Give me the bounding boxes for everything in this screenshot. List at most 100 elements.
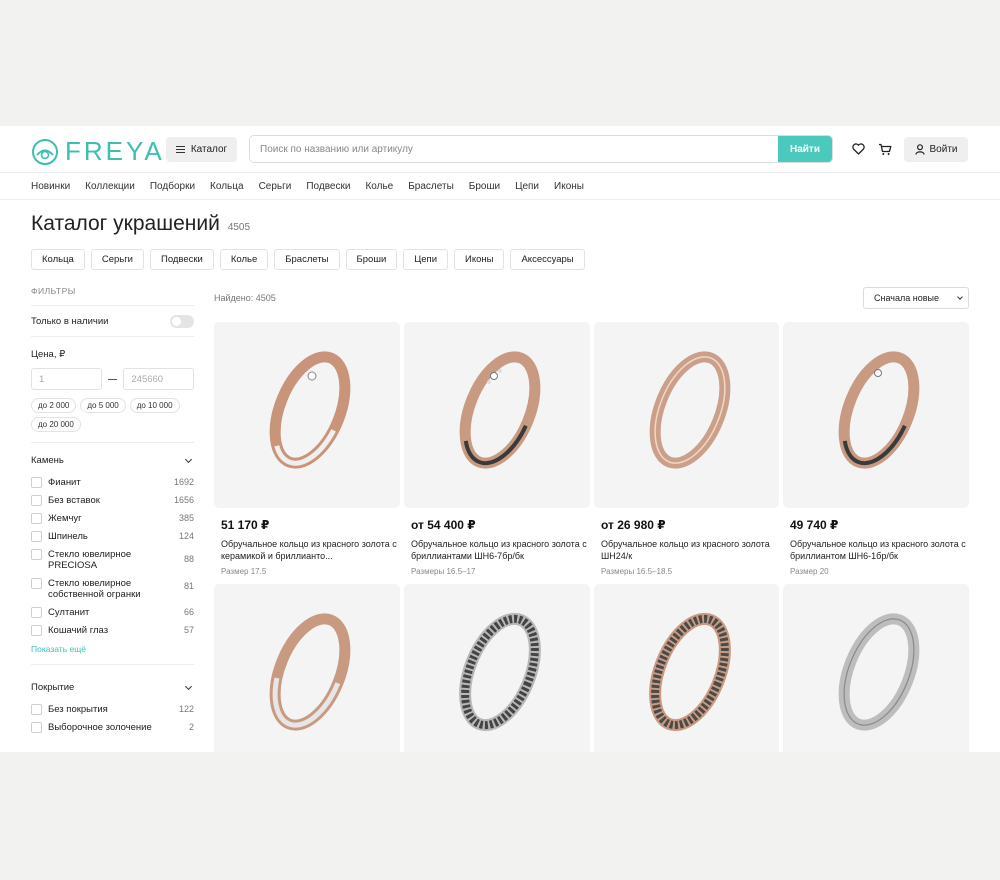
product-image[interactable] — [594, 322, 779, 508]
stone-filter-header[interactable]: Камень — [31, 455, 194, 466]
chip-rings[interactable]: Кольца — [31, 249, 85, 270]
product-card[interactable]: от 54 400 ₽ Обручальное кольцо из красно… — [404, 322, 590, 576]
product-card[interactable] — [594, 584, 779, 752]
checkbox[interactable] — [31, 531, 42, 542]
product-name[interactable]: Обручальное кольцо из красного золота ШН… — [594, 538, 779, 562]
product-card[interactable]: 49 740 ₽ Обручальное кольцо из красного … — [783, 322, 969, 576]
chevron-down-icon — [184, 455, 193, 463]
stone-option[interactable]: Шпинель 124 — [31, 531, 194, 542]
product-size: Размер 20 — [790, 567, 829, 576]
product-name[interactable]: Обручальное кольцо из красного золота с … — [783, 538, 969, 562]
coating-option[interactable]: Выборочное золочение 2 — [31, 722, 194, 733]
product-card[interactable] — [404, 584, 590, 752]
price-preset-20000[interactable]: до 20 000 — [31, 417, 81, 432]
checkbox[interactable] — [31, 495, 42, 506]
page-title-block: Каталог украшений 4505 — [31, 212, 250, 236]
stone-filter-label: Камень — [31, 455, 64, 466]
price-label: Цена, ₽ — [31, 349, 66, 360]
chip-brooches[interactable]: Броши — [345, 249, 398, 270]
price-preset-10000[interactable]: до 10 000 — [129, 398, 180, 413]
catalog-label: Каталог — [190, 144, 228, 155]
product-name[interactable]: Обручальное кольцо из красного золота с … — [214, 538, 400, 562]
product-image[interactable] — [404, 584, 590, 752]
chip-necklaces[interactable]: Колье — [219, 249, 269, 270]
catalog-button[interactable]: Каталог — [166, 137, 237, 162]
product-image[interactable] — [594, 584, 779, 752]
stone-option[interactable]: Кошачий глаз 57 — [31, 625, 194, 636]
product-image[interactable] — [214, 322, 400, 508]
product-price: от 26 980 ₽ — [601, 518, 666, 532]
stone-option-count: 1656 — [173, 495, 194, 505]
stone-option[interactable]: Жемчуг 385 — [31, 513, 194, 524]
stone-option[interactable]: Без вставок 1656 — [31, 495, 194, 506]
category-chips: Кольца Серьги Подвески Колье Браслеты Бр… — [31, 249, 585, 270]
product-card[interactable]: 51 170 ₽ Обручальное кольцо из красного … — [214, 322, 400, 576]
product-image[interactable] — [783, 322, 969, 508]
nav-item-new[interactable]: Новинки — [31, 181, 70, 192]
checkbox[interactable] — [31, 722, 42, 733]
stone-option-count: 57 — [183, 625, 194, 635]
chip-icons[interactable]: Иконы — [454, 249, 505, 270]
checkbox[interactable] — [31, 549, 42, 560]
product-image[interactable] — [783, 584, 969, 752]
search-input[interactable] — [250, 136, 778, 162]
nav-item-brooches[interactable]: Броши — [469, 181, 500, 192]
coating-filter-header[interactable]: Покрытие — [31, 682, 194, 693]
stone-option-count: 66 — [183, 607, 194, 617]
coating-option-count: 2 — [188, 722, 194, 732]
product-name[interactable]: Обручальное кольцо из красного золота с … — [404, 538, 590, 562]
sort-select[interactable]: Сначала новые — [863, 287, 969, 309]
nav-item-pendants[interactable]: Подвески — [306, 181, 350, 192]
product-card[interactable] — [783, 584, 969, 752]
nav-item-collections[interactable]: Коллекции — [85, 181, 135, 192]
stone-option-count: 124 — [178, 531, 194, 541]
cart-button[interactable] — [877, 141, 893, 157]
checkbox[interactable] — [31, 625, 42, 636]
price-to-input[interactable]: 245660 — [123, 368, 194, 390]
in-stock-toggle[interactable] — [170, 314, 194, 328]
stone-option[interactable]: Фианит 1692 — [31, 477, 194, 488]
stone-option-label: Стекло ювелирное PRECIOSA — [48, 549, 132, 571]
stone-option[interactable]: Султанит 66 — [31, 607, 194, 618]
nav-item-rings[interactable]: Кольца — [210, 181, 244, 192]
in-stock-filter: Только в наличии — [31, 306, 194, 336]
coating-option[interactable]: Без покрытия 122 — [31, 704, 194, 715]
nav-item-earrings[interactable]: Серьги — [259, 181, 292, 192]
nav-item-chains[interactable]: Цепи — [515, 181, 539, 192]
checkbox[interactable] — [31, 607, 42, 618]
product-image[interactable] — [214, 584, 400, 752]
show-more-link[interactable]: Показать ещё — [31, 644, 194, 654]
product-price: 51 170 ₽ — [221, 518, 270, 532]
stone-option[interactable]: Стекло ювелирное PRECIOSA 88 — [31, 549, 194, 571]
nav-item-bracelets[interactable]: Браслеты — [408, 181, 454, 192]
stone-option-label: Стекло ювелирное собственной огранки — [48, 578, 141, 600]
search-button[interactable]: Найти — [778, 136, 832, 162]
nav-item-necklaces[interactable]: Колье — [365, 181, 393, 192]
price-from-input[interactable]: 1 — [31, 368, 102, 390]
logo-icon — [32, 138, 58, 165]
checkbox[interactable] — [31, 513, 42, 524]
checkbox[interactable] — [31, 578, 42, 589]
product-card[interactable] — [214, 584, 400, 752]
favorites-button[interactable] — [850, 141, 866, 157]
heart-icon — [851, 143, 865, 155]
login-button[interactable]: Войти — [904, 137, 968, 162]
stone-option[interactable]: Стекло ювелирное собственной огранки 81 — [31, 578, 194, 600]
chip-pendants[interactable]: Подвески — [149, 249, 214, 270]
nav-item-selections[interactable]: Подборки — [150, 181, 195, 192]
checkbox[interactable] — [31, 704, 42, 715]
chip-bracelets[interactable]: Браслеты — [274, 249, 340, 270]
chip-accessories[interactable]: Аксессуары — [510, 249, 585, 270]
chip-earrings[interactable]: Серьги — [90, 249, 144, 270]
product-image[interactable] — [404, 322, 590, 508]
price-preset-5000[interactable]: до 5 000 — [80, 398, 126, 413]
nav-item-icons[interactable]: Иконы — [554, 181, 584, 192]
chip-chains[interactable]: Цепи — [403, 249, 449, 270]
product-card[interactable]: от 26 980 ₽ Обручальное кольцо из красно… — [594, 322, 779, 576]
price-filter: Цена, ₽ 1 245660 до 2 000 до 5 000 до 10… — [31, 349, 194, 432]
page: FREYA Каталог Найти — [0, 126, 1000, 752]
logo[interactable]: FREYA — [31, 136, 165, 167]
checkbox[interactable] — [31, 477, 42, 488]
product-size: Размеры 16.5–18.5 — [601, 567, 673, 576]
price-preset-2000[interactable]: до 2 000 — [31, 398, 77, 413]
